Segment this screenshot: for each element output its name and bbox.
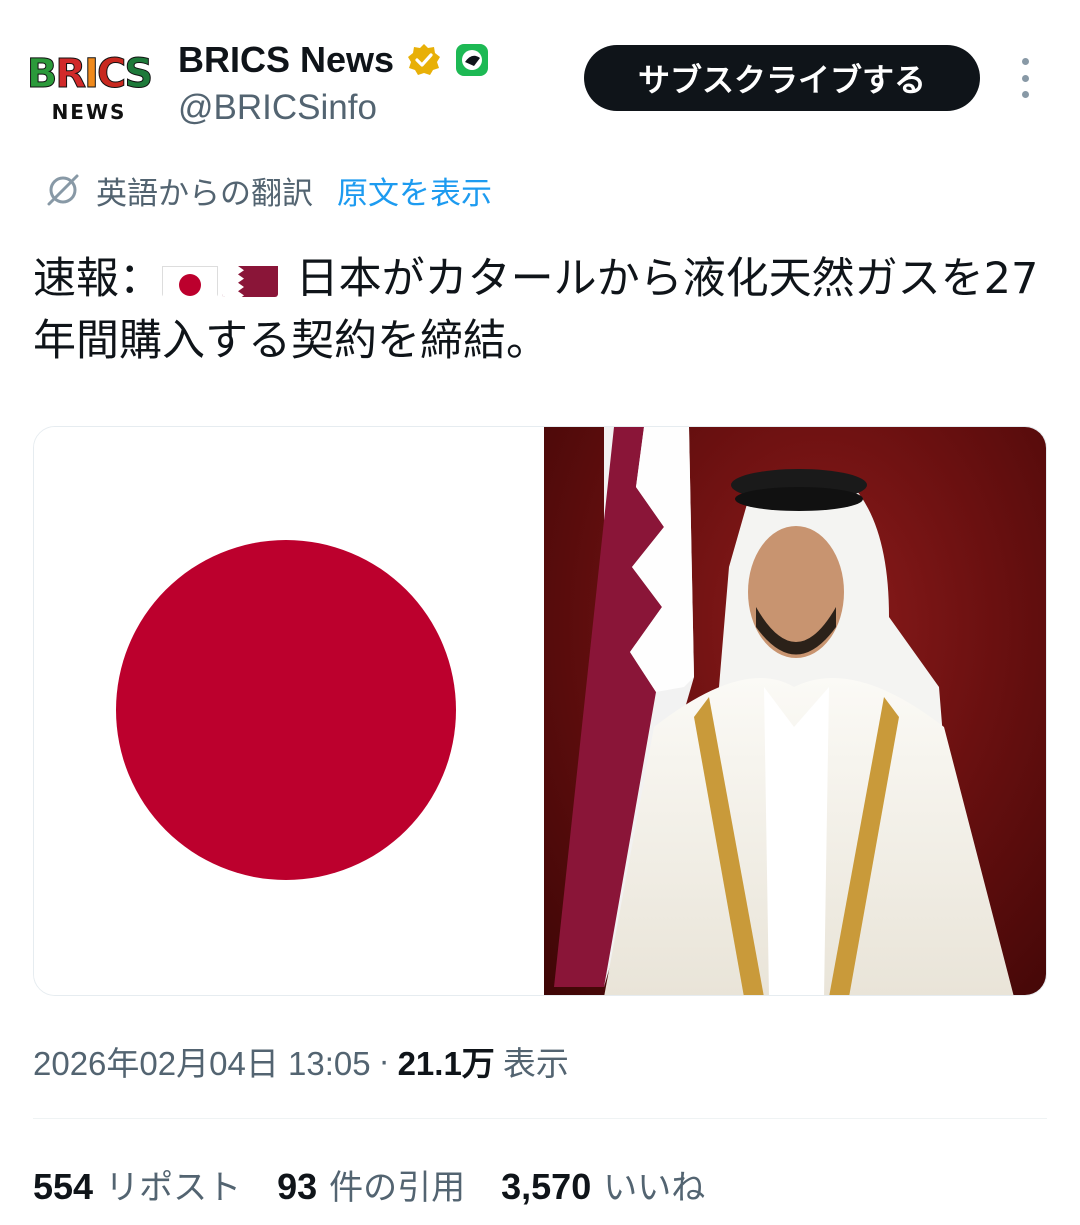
logo-letter-b: B [26, 51, 57, 97]
logo-letter-c: C [97, 51, 127, 97]
quotes-count: 93 [277, 1165, 318, 1207]
divider [33, 1118, 1047, 1119]
likes-label: いいね [603, 1167, 706, 1208]
tweet-header: B R I C S NEWS BRICS News @BRICSinfo サブス… [0, 0, 1080, 150]
qatar-flag-icon [222, 259, 278, 297]
tweet-meta: 2026年02月04日 13:05 · 21.1万 表示 [33, 1036, 569, 1086]
logo-subtitle: NEWS [51, 100, 127, 124]
avatar[interactable]: B R I C S NEWS [26, 42, 154, 134]
reposts-count: 554 [33, 1165, 94, 1207]
likes-stat[interactable]: 3,570 いいね [501, 1160, 705, 1209]
reposts-label: リポスト [105, 1167, 242, 1208]
quotes-stat[interactable]: 93 件の引用 [277, 1160, 465, 1209]
subscribe-button[interactable]: サブスクライブする [584, 45, 980, 111]
logo-wordmark: B R I C S [26, 51, 153, 97]
logo-letter-s: S [124, 51, 154, 97]
logo-letter-i: I [84, 51, 100, 97]
reposts-stat[interactable]: 554 リポスト [33, 1160, 241, 1209]
tweet-text: 速報： 日本がカタールから液化天然ガスを27年間購入する契約を締結。 [33, 248, 1043, 372]
japan-flag-icon [162, 259, 218, 297]
meta-separator: · [378, 1042, 390, 1079]
display-name[interactable]: BRICS News [178, 39, 394, 81]
name-row: BRICS News [178, 38, 490, 82]
tweet-datetime[interactable]: 2026年02月04日 13:05 [33, 1037, 371, 1085]
tweet-text-prefix: 速報： [33, 254, 162, 304]
views-label: 表示 [502, 1045, 569, 1082]
logo-letter-r: R [55, 51, 87, 97]
media-grid [33, 426, 1047, 996]
views-count: 21.1万 [397, 1045, 495, 1082]
user-handle[interactable]: @BRICSinfo [178, 88, 377, 128]
show-original-link[interactable]: 原文を表示 [337, 168, 492, 213]
translate-icon [44, 171, 82, 209]
translation-label: 英語からの翻訳 [96, 175, 313, 212]
quotes-label: 件の引用 [329, 1167, 466, 1208]
portrait-illustration [554, 427, 1014, 995]
japan-flag-sun [116, 540, 456, 880]
affiliate-badge-icon[interactable] [454, 42, 490, 78]
media-image-japan-flag[interactable] [34, 427, 532, 995]
verified-badge-icon[interactable] [406, 42, 442, 78]
engagement-stats: 554 リポスト 93 件の引用 3,570 いいね [33, 1156, 741, 1212]
translation-row: 英語からの翻訳 原文を表示 [44, 168, 492, 212]
media-image-portrait[interactable] [544, 427, 1046, 995]
more-icon[interactable] [1008, 58, 1042, 98]
likes-count: 3,570 [501, 1165, 592, 1207]
